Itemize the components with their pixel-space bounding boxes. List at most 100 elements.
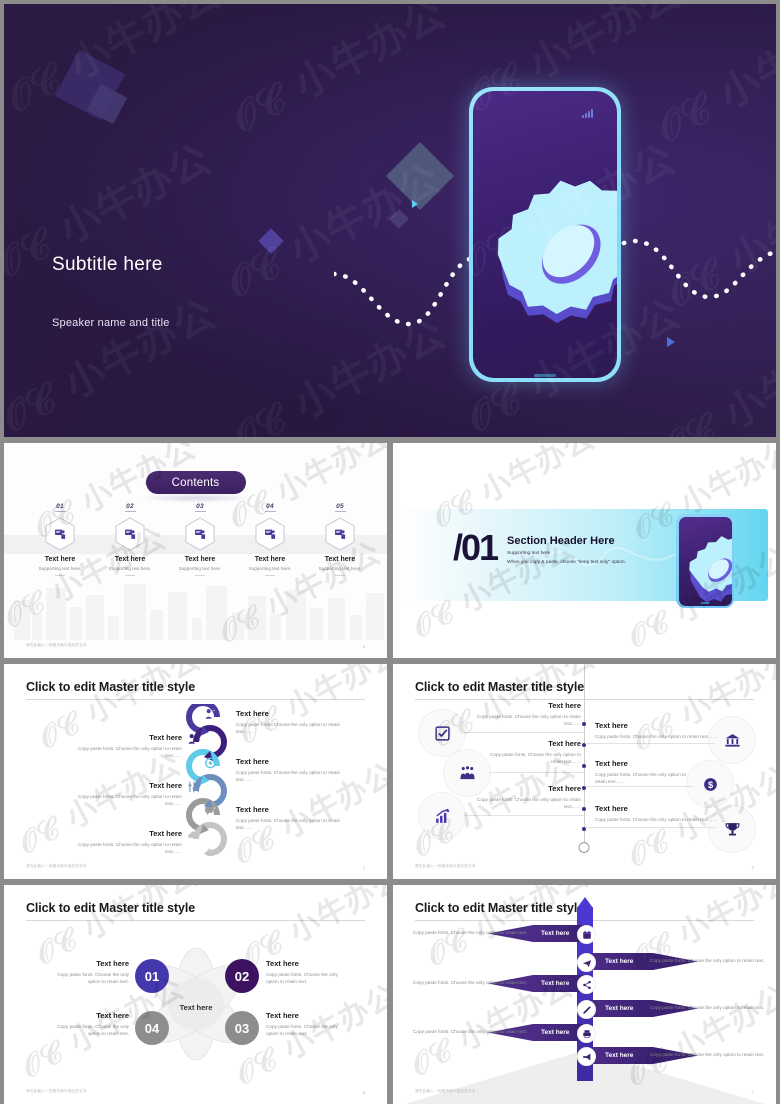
ribbon-icon-plane[interactable] <box>577 953 596 972</box>
item-label: Text here <box>595 804 628 813</box>
svg-text:$: $ <box>707 780 712 790</box>
contents-item-2[interactable]: 02 Text here Supporting text here. <box>95 503 165 576</box>
timeline-dot <box>582 722 586 726</box>
item-body: Copy paste fonts. Choose the only option… <box>477 797 581 810</box>
slide-footer: 请在此输入一页副页面中相应的文本 <box>415 864 476 868</box>
arrow-item-right-2: Text here Copy paste fonts. Choose the o… <box>236 757 356 784</box>
venn-node-number: 04 <box>144 1020 160 1036</box>
contents-item-4[interactable]: 04 Text here Supporting text here. <box>235 503 305 576</box>
item-body: Copy paste fonts. Choose the only option… <box>57 1024 129 1037</box>
slide-ribbons[interactable]: Click to edit Master title style Text he… <box>393 885 776 1104</box>
contents-item-supporting: Supporting text here. <box>248 566 292 571</box>
title-text-block: Subtitle here Speaker name and title <box>52 254 170 329</box>
user-group-icon <box>205 708 216 719</box>
connector-line <box>489 772 584 773</box>
subtitle: Subtitle here <box>52 254 163 275</box>
slide-venn[interactable]: Click to edit Master title style Text he… <box>4 885 387 1104</box>
arrow-item-left-2: Text here Copy paste fonts. Choose the o… <box>66 781 182 808</box>
item-label: Text here <box>96 1011 129 1020</box>
gear-icon <box>688 535 732 602</box>
item-body: Copy paste fonts. Choose the only option… <box>595 817 718 822</box>
ribbon-label: Text here <box>541 980 570 987</box>
item-label: Text here <box>236 805 269 814</box>
page-title: Click to edit Master title style <box>26 680 196 694</box>
item-label: Text here <box>149 733 182 742</box>
contents-item-5[interactable]: 05 Text here Supporting text here. <box>305 503 375 576</box>
presentation-icon <box>335 529 346 539</box>
slide-section-header[interactable]: /01 Section Header Here Supporting text … <box>393 443 776 658</box>
item-body: Copy paste fonts. Choose the only option… <box>78 842 182 855</box>
timeline-icon-growth[interactable] <box>418 792 466 840</box>
slide-page-number: 4 <box>362 865 365 870</box>
venn-node-number: 02 <box>234 968 250 984</box>
contents-item-3[interactable]: 03 Text here Supporting text here. <box>165 503 235 576</box>
presentation-icon <box>125 529 136 539</box>
timeline-item-left-1: Text here Copy paste fonts. Choose the o… <box>465 701 581 728</box>
slide-contents[interactable]: Contents 01 Text here Supporting text he… <box>4 443 387 658</box>
timeline-item-left-3: Text here Copy paste fonts. Choose the o… <box>465 784 581 811</box>
section-heading: Section Header Here <box>507 535 615 547</box>
checkbox-icon <box>434 725 450 741</box>
ribbon-icon-pen[interactable] <box>577 1000 596 1019</box>
chat-icon <box>205 806 217 816</box>
phone-screen <box>678 516 732 606</box>
ribbon-icon-megaphone[interactable] <box>577 1047 596 1066</box>
item-label: Text here <box>595 721 628 730</box>
signal-bars-icon <box>582 109 593 118</box>
number-underline <box>124 511 136 512</box>
venn-node-04[interactable]: 04 <box>135 1011 169 1045</box>
slide-page-number: 7 <box>751 1090 754 1095</box>
venn-text-02: Text here Copy paste fonts. Choose the o… <box>266 959 348 986</box>
section-supporting: Supporting text here <box>507 551 551 556</box>
item-label: Text here <box>548 701 581 710</box>
item-label: Text here <box>548 739 581 748</box>
number-underline <box>334 511 346 512</box>
number-underline <box>264 511 276 512</box>
ribbon-icon-calendar[interactable] <box>577 925 596 944</box>
hexagon-badge <box>45 517 75 551</box>
arrow-item-left-1: Text here Copy paste fonts. Choose the o… <box>66 733 182 760</box>
megaphone-icon <box>582 1053 590 1060</box>
item-body: Copy paste fonts. Choose the only option… <box>490 752 581 765</box>
item-body: Copy paste fonts. Choose the only option… <box>595 734 718 739</box>
arrow-item-left-3: Text here Copy paste fonts. Choose the o… <box>66 829 182 856</box>
deck-row-3: Click to edit Master title style Text he… <box>4 664 776 879</box>
number-underline <box>54 511 66 512</box>
venn-node-02[interactable]: 02 <box>225 959 259 993</box>
title-rule <box>26 920 365 921</box>
page-title: Click to edit Master title style <box>26 901 196 915</box>
ribbon-label: Text here <box>605 1005 634 1012</box>
venn-node-number: 01 <box>144 968 160 984</box>
contents-item-1[interactable]: 01 Text here Supporting text here. <box>25 503 95 576</box>
item-label: Text here <box>266 959 299 968</box>
speaker-name: Speaker name and title <box>52 317 170 329</box>
item-label: Text here <box>236 757 269 766</box>
contents-item-supporting: Supporting text here. <box>178 566 222 571</box>
connector-line <box>464 815 584 816</box>
item-body: Copy paste fonts. Choose the only option… <box>236 770 340 783</box>
wave-decoration <box>543 547 683 567</box>
presentation-icon <box>265 529 276 539</box>
ribbon-icon-print[interactable] <box>577 1024 596 1043</box>
ribbon-icon-share[interactable] <box>577 975 596 994</box>
venn-node-03[interactable]: 03 <box>225 1011 259 1045</box>
phone-illustration <box>469 87 621 382</box>
arrow-item-right-3: Text here Copy paste fonts. Choose the o… <box>236 805 356 832</box>
item-body: Copy paste fonts. Choose the only option… <box>78 794 182 807</box>
contents-item-supporting: Supporting text here. <box>108 566 152 571</box>
timeline-item-right-1: Text here Copy paste fonts. Choose the o… <box>595 721 730 740</box>
slide-title[interactable]: Subtitle here Speaker name and title 𝒪𝒞 … <box>4 4 776 437</box>
venn-center-label: Text here <box>179 1003 213 1012</box>
venn-node-01[interactable]: 01 <box>135 959 169 993</box>
slide-arrow-cycle[interactable]: Click to edit Master title style Text he… <box>4 664 387 879</box>
presentation-icon <box>195 529 206 539</box>
phone-screen <box>473 91 617 378</box>
slide-page-number: 6 <box>362 1090 365 1095</box>
arrow-cycle-graphic <box>186 704 227 856</box>
divider <box>125 575 135 576</box>
slide-footer: 请在此输入一页副页面中相应的文本 <box>26 1089 87 1093</box>
venn-text-03: Text here Copy paste fonts. Choose the o… <box>266 1011 348 1038</box>
slide-timeline[interactable]: Click to edit Master title style $ Text … <box>393 664 776 879</box>
slide-deck-preview: Subtitle here Speaker name and title 𝒪𝒞 … <box>0 0 780 1104</box>
sliders-icon <box>188 781 200 793</box>
